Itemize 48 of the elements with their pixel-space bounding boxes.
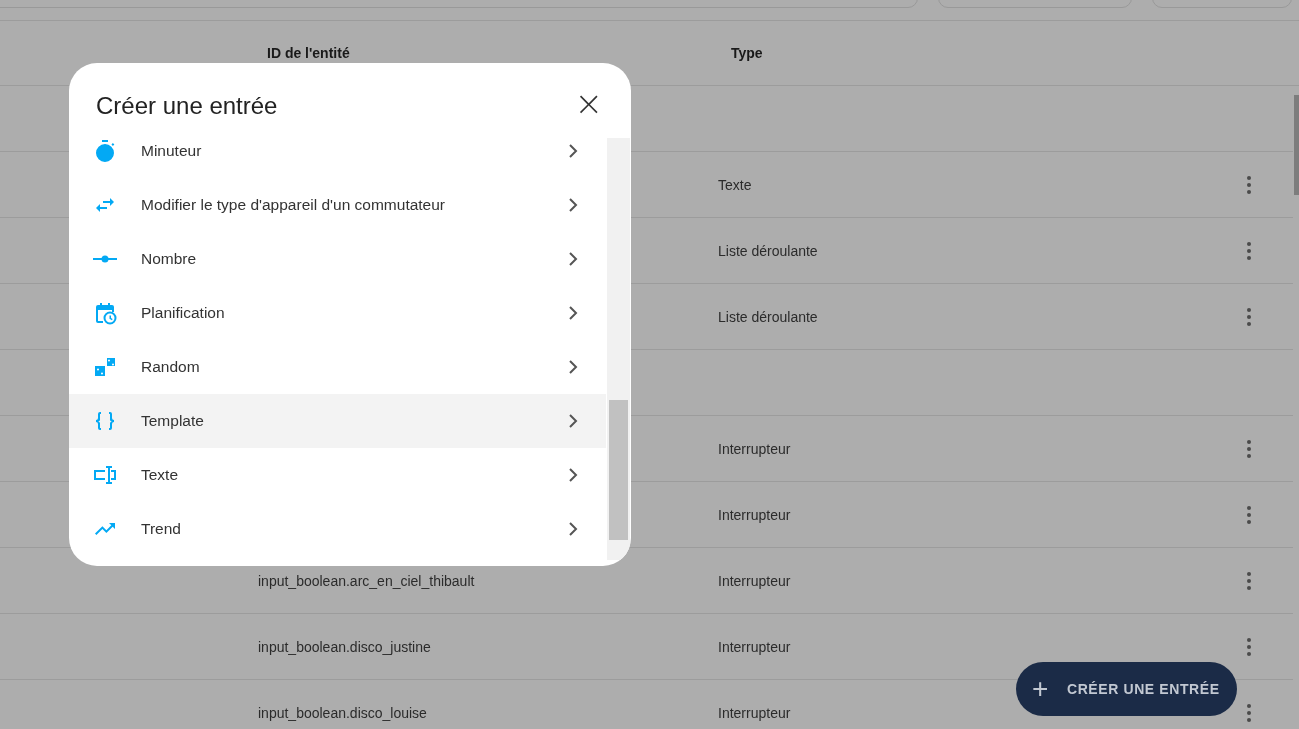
more-icon[interactable] (1247, 505, 1251, 524)
table-cell-text: Interrupteur (718, 638, 792, 655)
table-cell-text: Texte (718, 176, 753, 193)
chevron-icon (566, 306, 580, 320)
textbox-icon (93, 463, 117, 487)
table-cell-text: input_boolean.disco_justine (258, 638, 432, 655)
table-cell-text: input_boolean.disco_louise (258, 704, 428, 721)
more-icon[interactable] (1247, 307, 1251, 326)
list-item[interactable]: Minuteur (69, 138, 606, 178)
chevron-icon (566, 360, 580, 374)
column-header[interactable]: ID de l'entité (267, 45, 731, 61)
more-icon[interactable] (1247, 439, 1251, 458)
table-cell-text: Interrupteur (718, 506, 792, 523)
chevron-icon (566, 144, 580, 158)
more-icon[interactable] (1247, 241, 1251, 260)
timer-icon (93, 139, 117, 163)
column-header[interactable]: Type (731, 45, 1299, 61)
chevron-icon (566, 252, 580, 266)
table-cell-text: Liste déroulante (718, 308, 819, 325)
list-item[interactable]: Random (69, 340, 606, 394)
schedule-icon (93, 301, 117, 325)
table-cell-text: input_boolean.arc_en_ciel_thibault (258, 572, 476, 589)
more-icon[interactable] (1247, 703, 1251, 722)
slider-icon (93, 254, 117, 264)
table-cell-text: Interrupteur (718, 704, 792, 721)
more-icon[interactable] (1247, 637, 1251, 656)
table-cell-text: Liste déroulante (718, 242, 819, 259)
list-item[interactable]: Texte (69, 448, 606, 502)
scrollbar[interactable] (607, 138, 630, 560)
table-cell-text: Interrupteur (718, 572, 792, 589)
close-button[interactable]: × (570, 85, 607, 120)
list-item[interactable]: Planification (69, 286, 606, 340)
list-item[interactable]: Nombre (69, 232, 606, 286)
list-item[interactable]: Template (69, 394, 606, 448)
chevron-icon (566, 414, 580, 428)
list-item[interactable]: Modifier le type d'appareil d'un commutateur (69, 178, 606, 232)
braces-icon (93, 409, 117, 433)
chevron-icon (566, 522, 580, 536)
create-entry-button[interactable]: + CRÉER UNE ENTRÉE (1016, 662, 1237, 716)
chevron-icon (566, 198, 580, 212)
dialog-title: Créer une entrée (96, 91, 278, 120)
table-cell-text: Interrupteur (718, 440, 792, 457)
chevron-icon (566, 468, 580, 482)
list-item[interactable]: Trend (69, 502, 606, 556)
scrollbar-thumb[interactable] (1294, 95, 1299, 195)
more-icon[interactable] (1247, 571, 1251, 590)
more-icon[interactable] (1247, 175, 1251, 194)
dice-icon (93, 355, 117, 379)
